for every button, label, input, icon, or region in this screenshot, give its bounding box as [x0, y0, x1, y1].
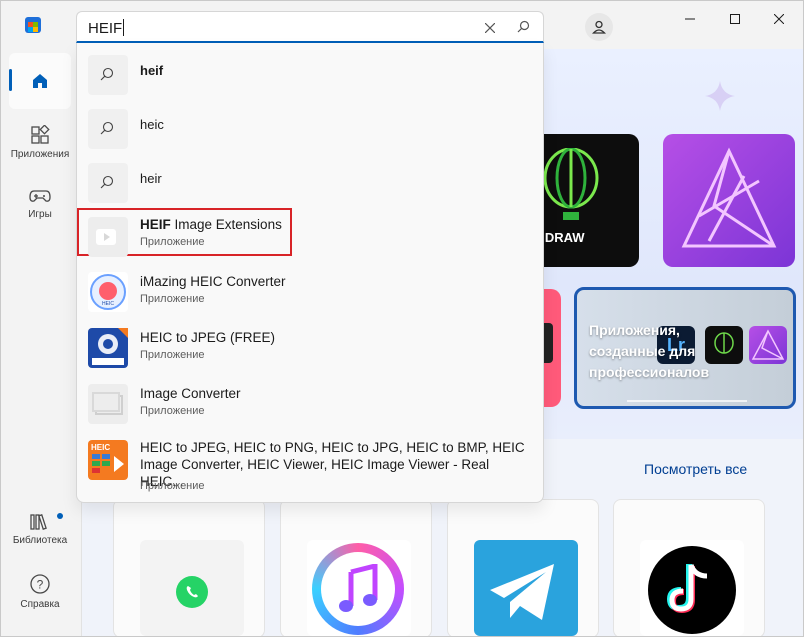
image-converter-app-icon	[88, 384, 128, 424]
search-icon	[517, 20, 530, 33]
app-card-itunes[interactable]	[280, 499, 432, 636]
paper-plane-icon	[490, 564, 554, 620]
suggestion-search-icon-box	[88, 163, 128, 203]
close-button[interactable]	[761, 9, 797, 29]
app-card-telegram[interactable]	[447, 499, 599, 636]
imazing-app-icon: HEIC	[88, 272, 128, 312]
result-heif-image-extensions[interactable]: HEIF Image Extensions Приложение	[77, 208, 534, 259]
result-type: Приложение	[140, 349, 205, 361]
sidebar-item-home[interactable]	[9, 53, 71, 109]
store-window: Приложения Игры Библиотека ? Справка ore…	[0, 0, 804, 637]
close-icon	[773, 13, 785, 25]
minimize-icon	[685, 18, 695, 20]
whatsapp-app-icon	[140, 540, 244, 636]
maximize-button[interactable]	[717, 9, 753, 29]
search-suggestions-dropdown: heif heic heir HEIF Image Extensions При…	[76, 43, 544, 503]
sidebar-item-games[interactable]: Игры	[9, 187, 71, 237]
result-name: HEIC to JPEG (FREE)	[140, 330, 276, 345]
sidebar-item-label: Справка	[20, 599, 60, 610]
tiktok-note-icon	[667, 564, 708, 614]
suggestion-item[interactable]: heic	[88, 103, 534, 151]
suggestion-item[interactable]: heir	[88, 157, 534, 205]
search-icon	[100, 121, 114, 135]
update-badge	[57, 513, 63, 519]
microsoft-store-logo	[25, 17, 41, 33]
home-icon	[33, 74, 47, 88]
sidebar-item-label: Библиотека	[12, 535, 68, 546]
apps-icon	[31, 125, 50, 144]
close-icon	[484, 22, 496, 34]
result-name: HEIF Image Extensions	[140, 217, 282, 232]
help-icon: ?	[30, 574, 50, 594]
suggestion-item[interactable]: heif	[88, 49, 534, 97]
gamepad-icon	[29, 190, 51, 202]
result-type: Приложение	[140, 480, 205, 492]
video-play-icon	[96, 229, 116, 245]
heic-converter-app-icon: HEIC	[88, 440, 128, 480]
result-name: Image Converter	[140, 386, 241, 401]
result-type: Приложение	[140, 405, 205, 417]
user-icon	[592, 20, 606, 34]
clear-search-button[interactable]	[484, 18, 496, 37]
see-all-link[interactable]: Посмотреть все	[644, 461, 747, 477]
affinity-photo-tile[interactable]	[663, 134, 795, 267]
suggestion-text: heif	[140, 63, 164, 78]
search-button[interactable]	[517, 20, 530, 38]
active-indicator	[9, 69, 12, 91]
library-icon	[30, 514, 47, 530]
result-type: Приложение	[140, 236, 205, 248]
pro-apps-collection-tile[interactable]: Lr Приложения, созданные для профессиона…	[574, 287, 796, 409]
svg-text:HEIC: HEIC	[91, 443, 110, 452]
search-icon	[100, 67, 114, 81]
sidebar-item-label: Игры	[28, 209, 52, 220]
phone-icon	[186, 586, 198, 598]
music-note-icon	[339, 564, 378, 612]
search-icon	[100, 175, 114, 189]
result-name: iMazing HEIC Converter	[140, 274, 286, 289]
maximize-icon	[730, 14, 740, 24]
coreldraw-balloon-icon	[543, 148, 599, 220]
sidebar-item-library[interactable]: Библиотека	[9, 511, 71, 561]
telegram-app-icon	[474, 540, 578, 636]
minimize-button[interactable]	[672, 9, 708, 29]
suggestion-text: heir	[140, 171, 162, 186]
search-input-value: HEIF	[88, 19, 125, 37]
sparkle-icon	[705, 81, 735, 111]
result-type: Приложение	[140, 293, 205, 305]
affinity-icon	[681, 147, 777, 248]
heif-app-icon	[88, 217, 128, 257]
svg-text:?: ?	[37, 578, 44, 592]
search-input[interactable]: HEIF	[76, 11, 544, 43]
carousel-indicator	[627, 400, 747, 402]
tiktok-app-icon	[640, 540, 744, 636]
sidebar-item-help[interactable]: ? Справка	[9, 573, 71, 623]
sidebar-item-apps[interactable]: Приложения	[9, 125, 71, 175]
profile-button[interactable]	[585, 13, 613, 41]
itunes-app-icon	[307, 540, 411, 636]
heic-to-jpeg-app-icon	[88, 328, 128, 368]
pro-apps-title: Приложения, созданные для профессионалов	[589, 322, 710, 380]
app-card-tiktok[interactable]	[613, 499, 765, 636]
sidebar-item-label: Приложения	[10, 149, 70, 160]
svg-text:HEIC: HEIC	[102, 301, 114, 307]
affinity-mini-icon	[749, 326, 787, 364]
suggestion-search-icon-box	[88, 109, 128, 149]
suggestion-text: heic	[140, 117, 164, 132]
suggestion-search-icon-box	[88, 55, 128, 95]
app-card-whatsapp[interactable]	[113, 499, 265, 636]
